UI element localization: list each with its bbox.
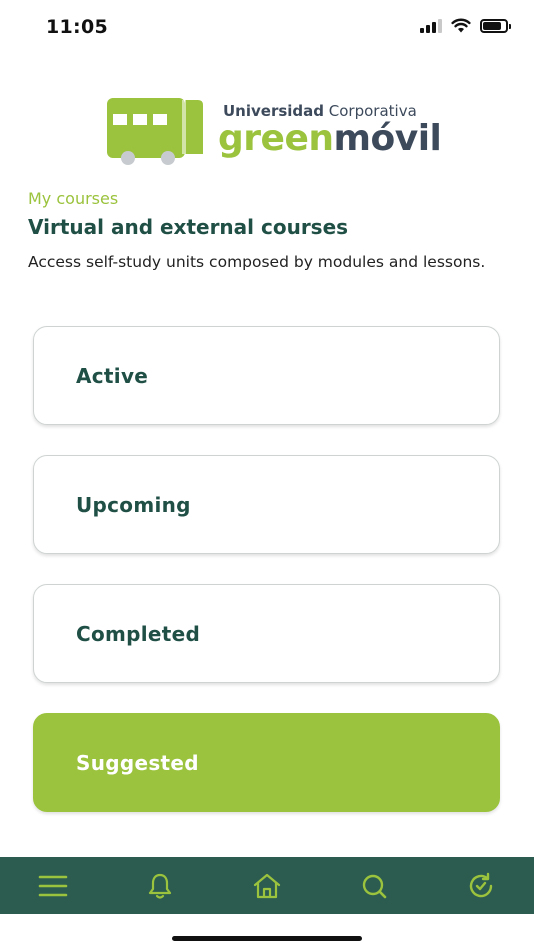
cellular-signal-icon bbox=[420, 18, 442, 33]
course-card-label: Active bbox=[76, 363, 149, 388]
bottom-nav bbox=[0, 857, 534, 914]
status-bar: 11:05 bbox=[0, 0, 534, 56]
wifi-icon bbox=[451, 18, 471, 33]
status-time: 11:05 bbox=[46, 16, 108, 38]
bell-icon bbox=[149, 873, 172, 899]
course-card-label: Completed bbox=[76, 621, 201, 646]
course-card-suggested[interactable]: Suggested bbox=[33, 713, 500, 812]
course-card-upcoming[interactable]: Upcoming bbox=[33, 455, 500, 554]
battery-icon bbox=[480, 18, 511, 33]
course-card-label: Suggested bbox=[76, 750, 199, 775]
course-card-active[interactable]: Active bbox=[33, 326, 500, 425]
nav-search-button[interactable] bbox=[350, 862, 398, 910]
app-logo: Universidad Corporativa greenmóvil bbox=[106, 96, 442, 168]
home-indicator[interactable] bbox=[172, 936, 362, 941]
section-label: My courses bbox=[28, 189, 119, 208]
bus-logo-icon bbox=[107, 98, 203, 165]
home-indicator-area bbox=[0, 914, 534, 950]
nav-home-button[interactable] bbox=[243, 862, 291, 910]
course-card-completed[interactable]: Completed bbox=[33, 584, 500, 683]
nav-menu-button[interactable] bbox=[29, 862, 77, 910]
history-icon bbox=[469, 872, 492, 897]
search-icon bbox=[362, 874, 387, 898]
page-title: Virtual and external courses bbox=[28, 215, 349, 239]
nav-notifications-button[interactable] bbox=[136, 862, 184, 910]
battery-level bbox=[483, 21, 502, 30]
page-description: Access self-study units composed by modu… bbox=[28, 253, 486, 271]
logo-wordmark: greenmóvil bbox=[218, 118, 442, 159]
menu-icon bbox=[39, 875, 68, 896]
nav-history-button[interactable] bbox=[457, 862, 505, 910]
status-icons bbox=[420, 18, 511, 33]
home-icon bbox=[253, 873, 281, 898]
course-card-label: Upcoming bbox=[76, 492, 191, 517]
